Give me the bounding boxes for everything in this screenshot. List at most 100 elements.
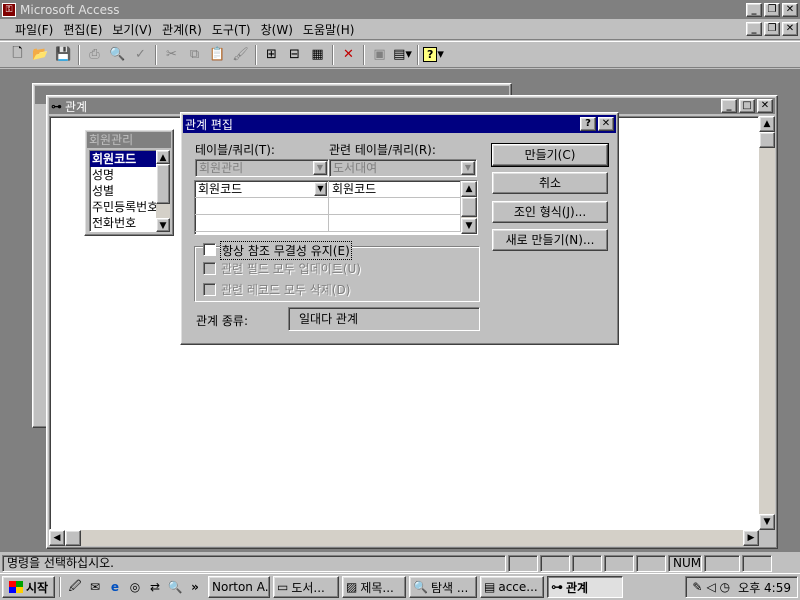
horizontal-scrollbar[interactable]: ◀ ▶ bbox=[49, 530, 759, 546]
scroll-down-icon[interactable]: ▼ bbox=[461, 218, 477, 234]
child-close-button[interactable]: ✕ bbox=[782, 22, 798, 36]
hscroll-thumb[interactable] bbox=[65, 530, 81, 546]
grid-scrollbar[interactable]: ▲ ▼ bbox=[461, 181, 477, 234]
field-list-scrollbar[interactable]: ▲ ▼ bbox=[156, 150, 170, 232]
scroll-thumb[interactable] bbox=[461, 197, 477, 217]
search-icon[interactable]: 🔍 bbox=[165, 577, 185, 597]
minimize-button[interactable]: _ bbox=[746, 2, 762, 17]
list-item[interactable]: 전화번호 bbox=[90, 215, 158, 231]
start-button[interactable]: 시작 bbox=[2, 576, 55, 598]
save-icon[interactable]: 💾 bbox=[52, 44, 75, 66]
cascade-delete-label: 관련 레코드 모두 삭제(D) bbox=[221, 283, 351, 297]
list-item[interactable]: 주민등록번호 bbox=[90, 199, 158, 215]
menu-window[interactable]: 창(W) bbox=[256, 21, 298, 38]
cascade-delete-checkbox[interactable] bbox=[203, 283, 216, 296]
scroll-up-icon[interactable]: ▲ bbox=[461, 181, 477, 197]
restore-button[interactable]: ❐ bbox=[764, 2, 780, 17]
dialog-close-button[interactable]: ✕ bbox=[598, 117, 614, 131]
copy-icon[interactable]: ⧉ bbox=[183, 44, 206, 66]
menu-tools[interactable]: 도구(T) bbox=[207, 21, 256, 38]
format-painter-icon[interactable]: 🖌 bbox=[229, 44, 252, 66]
menu-help[interactable]: 도움말(H) bbox=[298, 21, 360, 38]
new-icon[interactable]: 🗋 bbox=[6, 44, 29, 66]
help-icon[interactable]: ? bbox=[580, 117, 596, 131]
pen-icon[interactable]: ✎ bbox=[692, 580, 702, 594]
grid-cell[interactable] bbox=[195, 215, 329, 232]
menu-view[interactable]: 보기(V) bbox=[107, 21, 157, 38]
chevron-down-icon[interactable]: ▼ bbox=[314, 182, 327, 196]
spelling-icon[interactable]: ✓ bbox=[129, 44, 152, 66]
scroll-thumb[interactable] bbox=[156, 164, 170, 204]
vertical-scrollbar[interactable]: ▲ ▼ bbox=[759, 116, 775, 530]
child-restore-button[interactable]: ❐ bbox=[764, 22, 780, 36]
grid-cell[interactable] bbox=[329, 198, 461, 215]
enforce-integrity-label[interactable]: 항상 참조 무결성 유지(E) bbox=[220, 241, 352, 260]
chevron-down-icon[interactable]: ▼ bbox=[461, 161, 475, 175]
desktop-icon[interactable]: 🖉 bbox=[65, 577, 85, 597]
create-button[interactable]: 만들기(C) bbox=[491, 143, 609, 167]
show-all-icon[interactable]: ▦ bbox=[306, 44, 329, 66]
cancel-button[interactable]: 취소 bbox=[492, 172, 608, 194]
create-new-button[interactable]: 새로 만들기(N)... bbox=[492, 229, 608, 251]
task-relationships[interactable]: ⊶ 관계 bbox=[547, 576, 623, 598]
help-icon[interactable]: ? ▾ bbox=[422, 44, 445, 66]
outlook-icon[interactable]: ✉ bbox=[85, 577, 105, 597]
open-icon[interactable]: 📂 bbox=[29, 44, 52, 66]
list-item[interactable]: 회원코드 bbox=[90, 151, 158, 167]
ie-icon[interactable]: e bbox=[105, 577, 125, 597]
rel-close-button[interactable]: ✕ bbox=[757, 99, 773, 113]
list-item[interactable]: 성별 bbox=[90, 183, 158, 199]
menu-edit[interactable]: 편집(E) bbox=[58, 21, 107, 38]
scroll-left-icon[interactable]: ◀ bbox=[49, 530, 65, 546]
task-untitled[interactable]: ▨ 제목... bbox=[342, 576, 406, 598]
task-books[interactable]: ▭ 도서... bbox=[273, 576, 339, 598]
grid-cell[interactable] bbox=[329, 215, 461, 232]
scroll-up-icon[interactable]: ▲ bbox=[156, 150, 170, 164]
channel-icon[interactable]: ◎ bbox=[125, 577, 145, 597]
rel-maximize-button[interactable]: □ bbox=[739, 99, 755, 113]
print-icon[interactable]: ⎙ bbox=[83, 44, 106, 66]
grid-cell[interactable]: 회원코드 ▼ bbox=[195, 181, 329, 198]
task-access[interactable]: ▤ acce... bbox=[480, 576, 544, 598]
scroll-right-icon[interactable]: ▶ bbox=[743, 530, 759, 546]
grid-cell[interactable]: 회원코드 bbox=[329, 181, 461, 198]
scroll-down-icon[interactable]: ▼ bbox=[759, 514, 775, 530]
print-preview-icon[interactable]: 🔍 bbox=[106, 44, 129, 66]
task-norton[interactable]: Norton A... bbox=[208, 576, 270, 598]
network-icon[interactable]: ⇄ bbox=[145, 577, 165, 597]
field-list-title[interactable]: 회원관리 bbox=[87, 132, 171, 148]
taskbar-separator bbox=[59, 577, 61, 597]
menu-relationships[interactable]: 관계(R) bbox=[157, 21, 207, 38]
close-button[interactable]: ✕ bbox=[782, 2, 798, 17]
grid-cell[interactable] bbox=[195, 198, 329, 215]
list-item[interactable]: 성명 bbox=[90, 167, 158, 183]
field-list-box[interactable]: 회원관리 회원코드 성명 성별 주민등록번호 전화번호 ▲ ▼ bbox=[84, 129, 174, 236]
field-mapping-grid[interactable]: 회원코드 ▼ 회원코드 ▲ ▼ bbox=[194, 180, 478, 235]
database-window-icon[interactable]: ▣ bbox=[368, 44, 391, 66]
field-list-items[interactable]: 회원코드 성명 성별 주민등록번호 전화번호 bbox=[89, 150, 159, 232]
scroll-up-icon[interactable]: ▲ bbox=[759, 116, 775, 132]
chevron-down-icon[interactable]: ▼ bbox=[313, 161, 327, 175]
menu-file[interactable]: 파일(F) bbox=[10, 21, 58, 38]
join-type-button[interactable]: 조인 형식(J)... bbox=[492, 201, 608, 223]
enforce-integrity-checkbox[interactable] bbox=[203, 243, 216, 256]
scroll-down-icon[interactable]: ▼ bbox=[156, 218, 170, 232]
related-table-combo[interactable]: 도서대여 ▼ bbox=[329, 159, 477, 177]
cascade-update-checkbox[interactable] bbox=[203, 262, 216, 275]
cut-icon[interactable]: ✂ bbox=[160, 44, 183, 66]
task-explorer[interactable]: 🔍 탐색 ... bbox=[409, 576, 477, 598]
table-query-combo[interactable]: 회원관리 ▼ bbox=[195, 159, 329, 177]
dialog-title: 관계 편집 bbox=[185, 117, 233, 132]
show-table-icon[interactable]: ⊞ bbox=[260, 44, 283, 66]
scroll-thumb[interactable] bbox=[759, 132, 775, 148]
more-icon[interactable]: » bbox=[185, 577, 205, 597]
volume-icon[interactable]: ◁ bbox=[706, 580, 715, 594]
paste-icon[interactable]: 📋 bbox=[206, 44, 229, 66]
child-minimize-button[interactable]: _ bbox=[746, 22, 762, 36]
new-object-icon[interactable]: ▤▾ bbox=[391, 44, 414, 66]
rel-minimize-button[interactable]: _ bbox=[721, 99, 737, 113]
access-key-icon[interactable]: ⚿ bbox=[2, 2, 16, 17]
clock-tray-icon[interactable]: ◷ bbox=[720, 580, 730, 594]
delete-icon[interactable]: ✕ bbox=[337, 44, 360, 66]
show-direct-icon[interactable]: ⊟ bbox=[283, 44, 306, 66]
